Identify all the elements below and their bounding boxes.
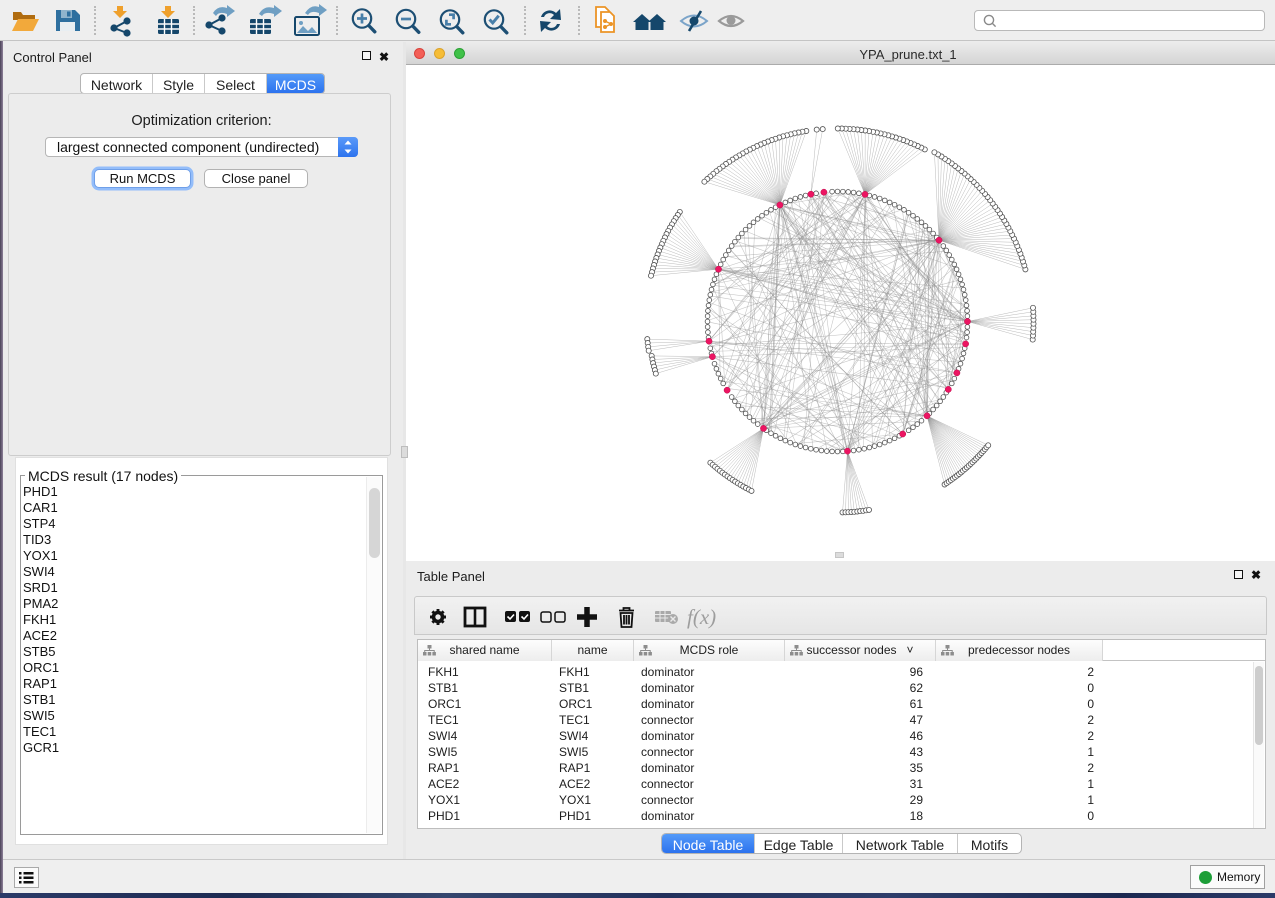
svg-text:f(x): f(x) (687, 605, 716, 629)
